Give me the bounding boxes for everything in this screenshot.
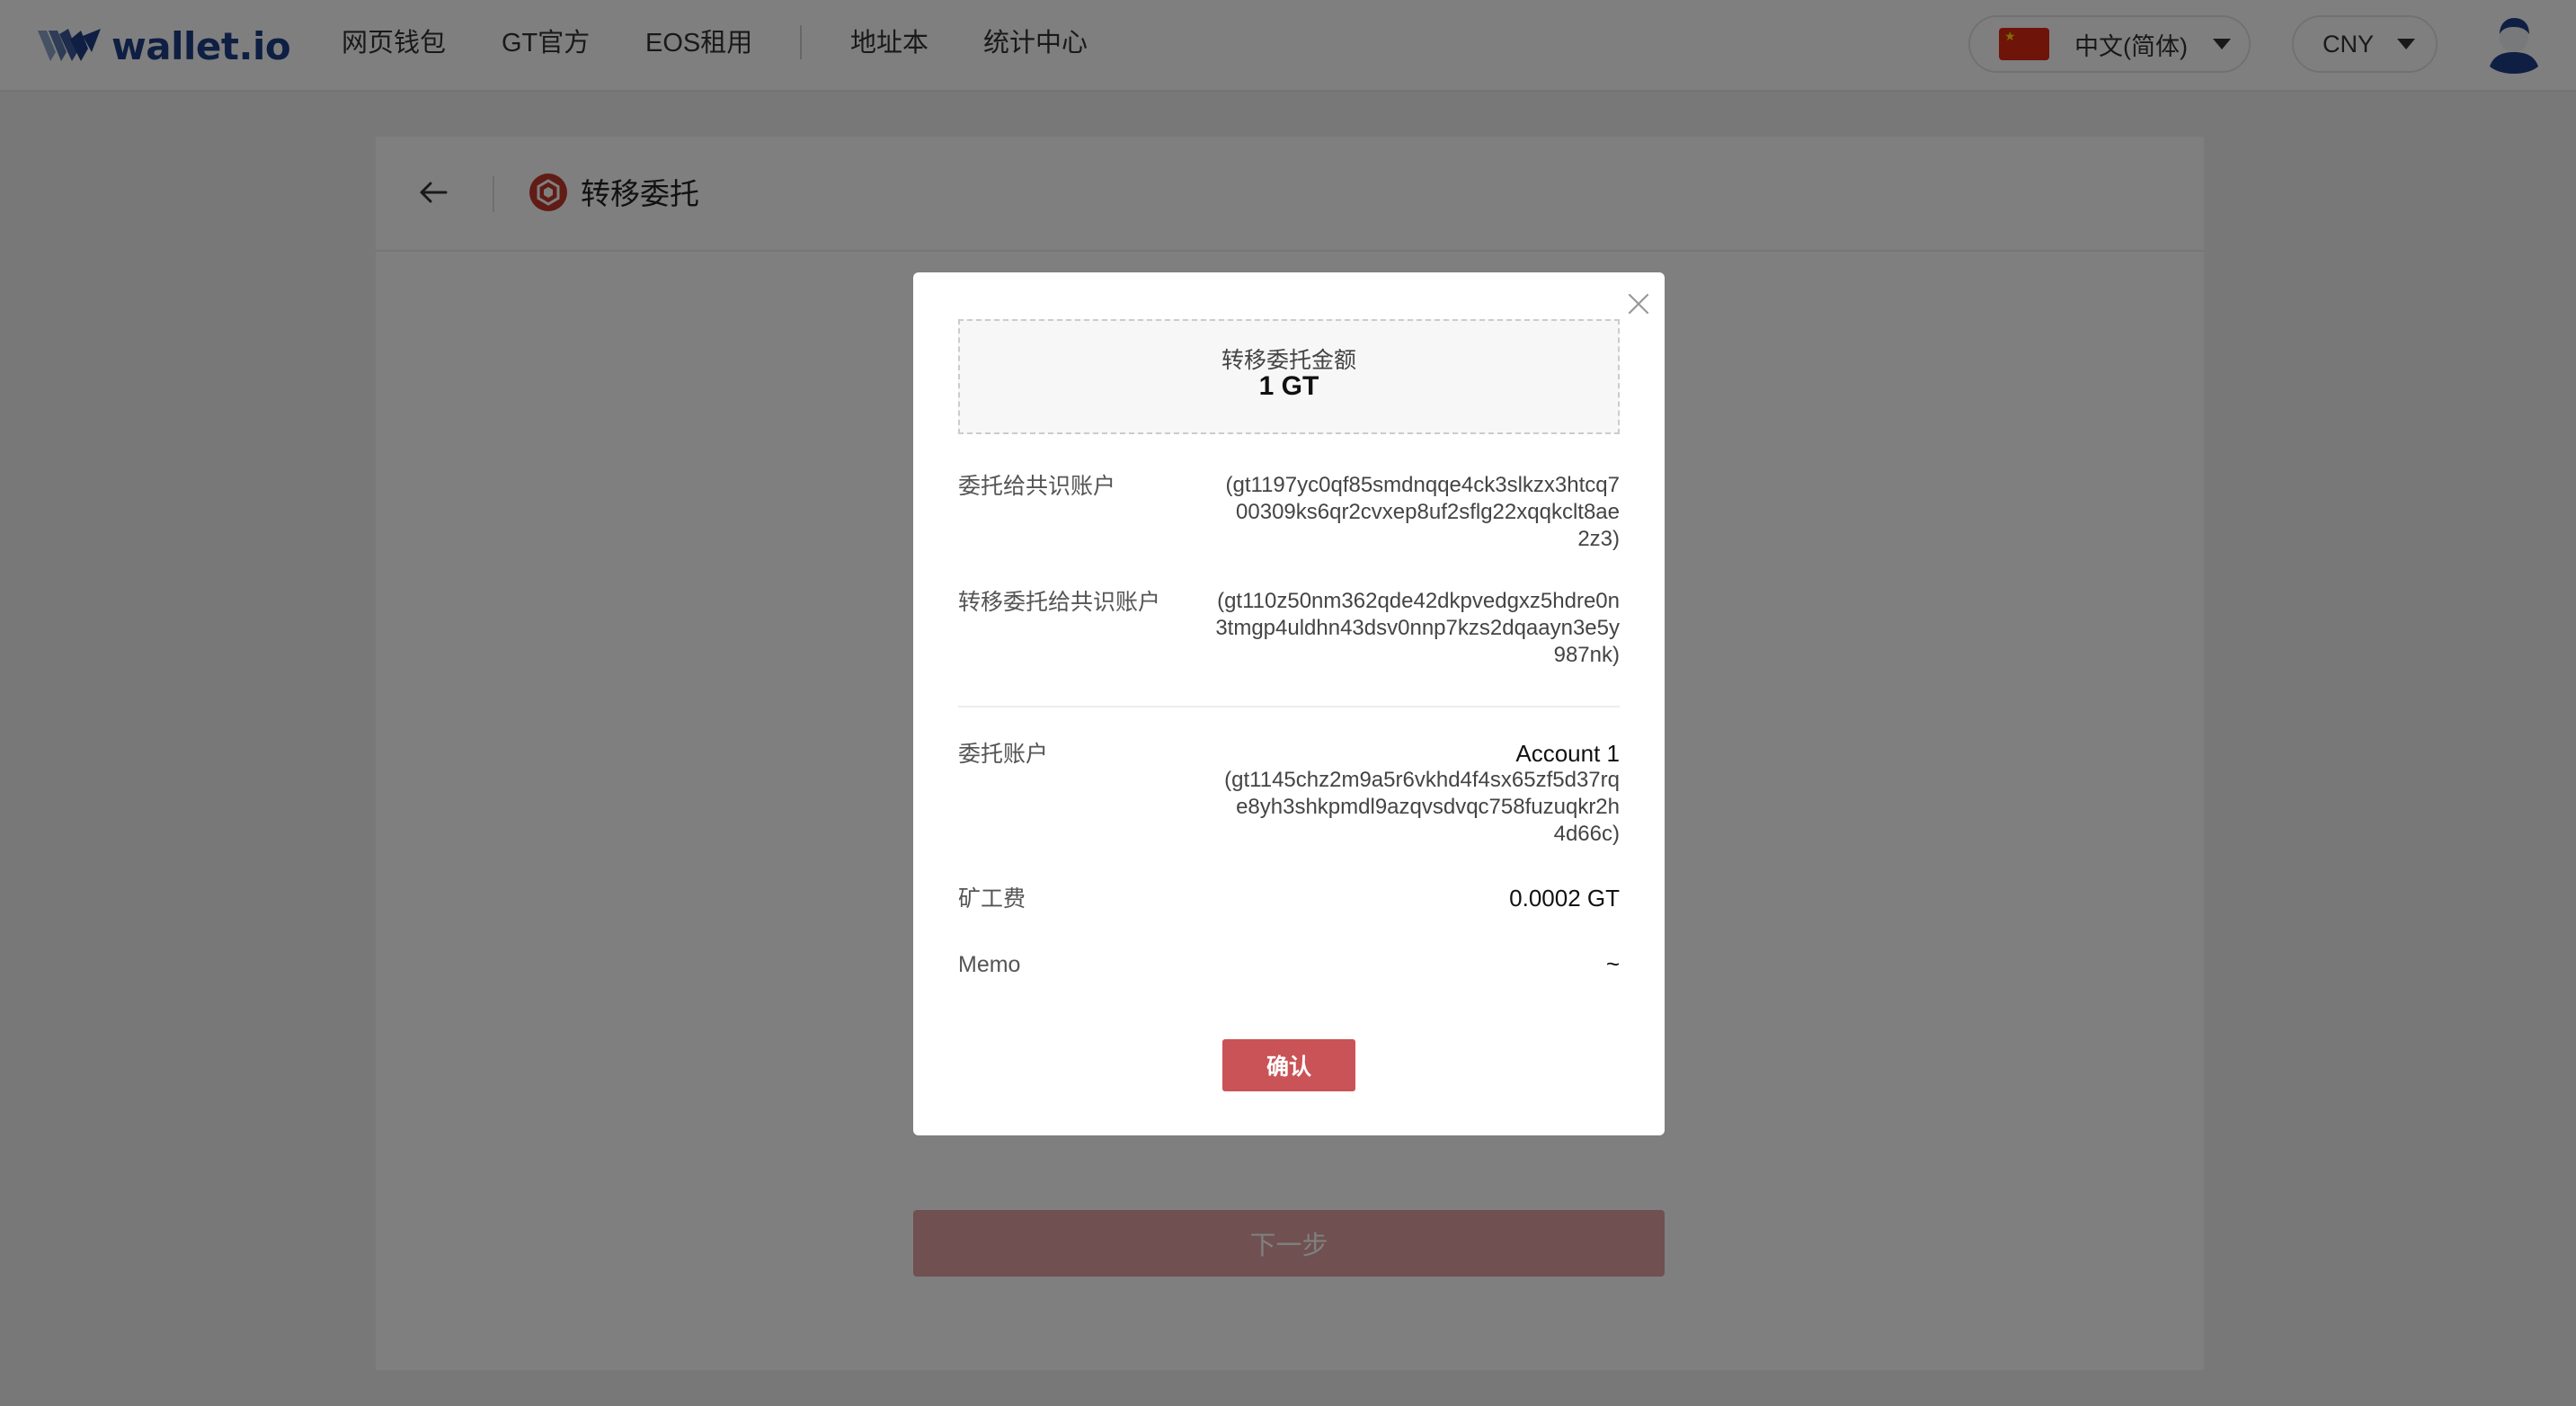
- section-divider: [958, 706, 1620, 707]
- close-icon[interactable]: [1625, 290, 1652, 317]
- memo-value: ~: [1605, 950, 1620, 977]
- confirm-transfer-dialog: 转移委托金额 1 GT 委托给共识账户 (gt1197yc0qf85smdnqq…: [913, 272, 1665, 1135]
- target-validator-address: (gt110z50nm362qde42dkpvedgxz5hdre0n3tmgp…: [1215, 589, 1620, 667]
- target-validator-label: 转移委托给共识账户: [958, 590, 1161, 615]
- delegator-account-name: Account 1: [1515, 740, 1620, 767]
- amount-label: 转移委托金额: [1221, 348, 1356, 373]
- confirm-button[interactable]: 确认: [1222, 1039, 1355, 1091]
- memo-label: Memo: [958, 952, 1021, 977]
- delegator-label: 委托账户: [958, 742, 1049, 767]
- delegator-address: (gt1145chz2m9a5r6vkhd4f4sx65zf5d37rqe8yh…: [1224, 768, 1620, 846]
- amount-value: 1 GT: [1258, 371, 1319, 401]
- fee-value: 0.0002 GT: [1509, 885, 1620, 912]
- amount-summary: 转移委托金额 1 GT: [958, 319, 1620, 434]
- source-validator-label: 委托给共识账户: [958, 474, 1116, 499]
- source-validator-address: (gt1197yc0qf85smdnqqe4ck3slkzx3htcq70030…: [1225, 473, 1621, 551]
- fee-label: 矿工费: [958, 886, 1026, 912]
